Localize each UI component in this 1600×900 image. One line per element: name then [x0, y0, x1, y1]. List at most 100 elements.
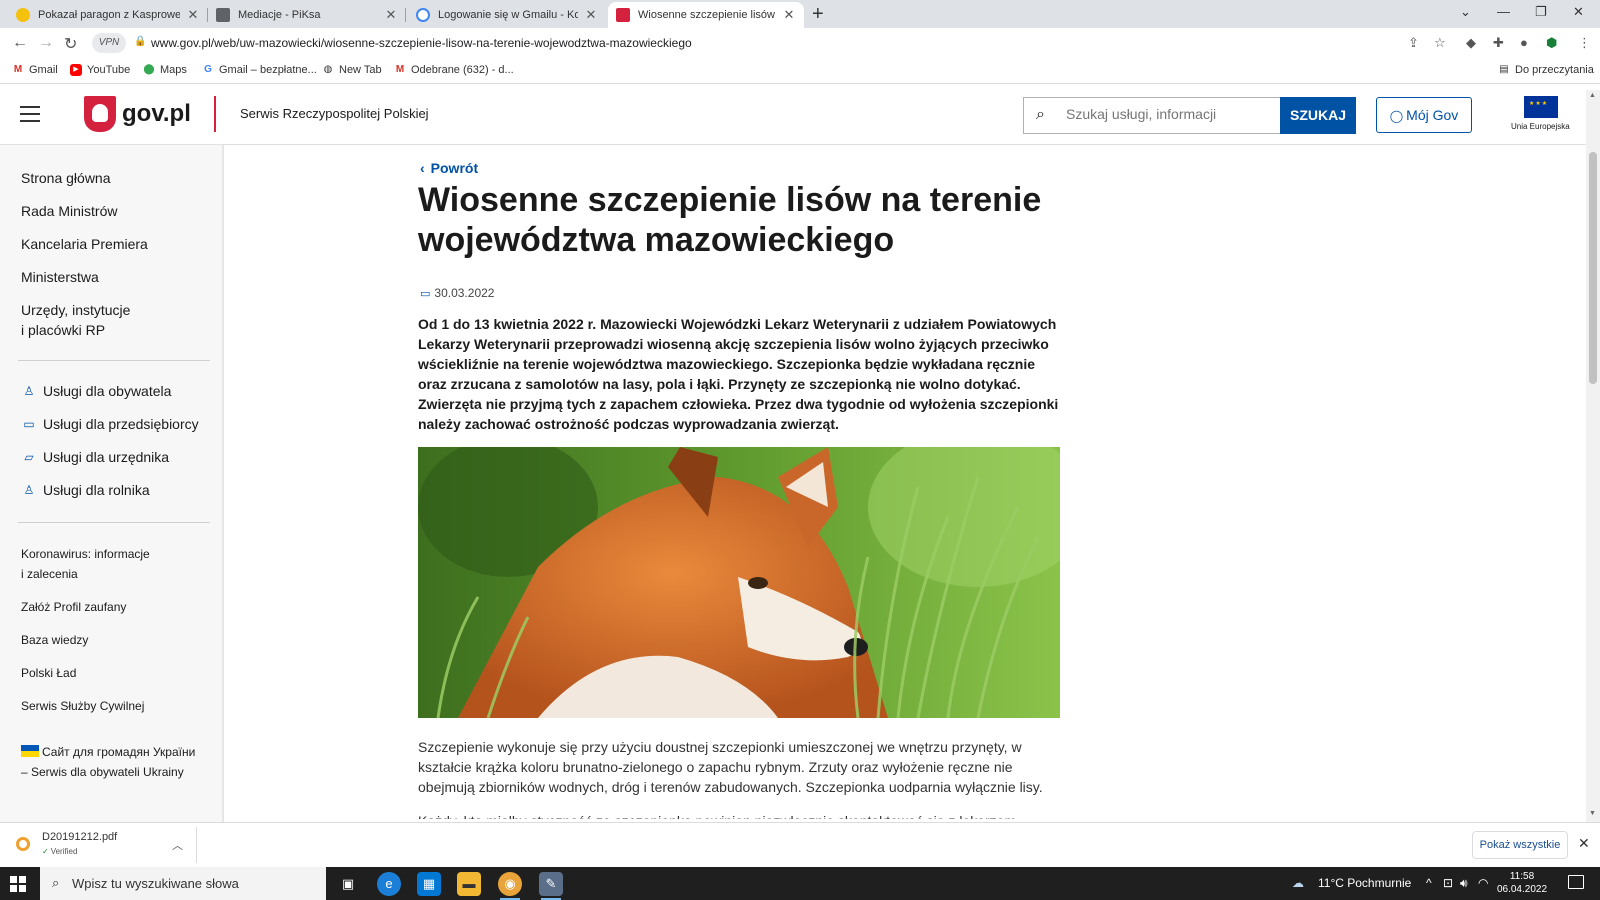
sidebar-item-business-services[interactable]: ▭ Usługi dla przedsiębiorcy — [21, 416, 198, 432]
search-input[interactable] — [1066, 106, 1266, 122]
polish-eagle-logo[interactable] — [84, 96, 116, 132]
fox-photo — [418, 447, 1060, 718]
article-date: ▭ 30.03.2022 — [420, 286, 495, 300]
sidebar-link-trusted-profile[interactable]: Załóż Profil zaufany — [21, 597, 126, 617]
close-icon[interactable]: ✕ — [1578, 835, 1590, 852]
bookmark-item[interactable]: M Gmail — [12, 64, 58, 76]
search-button[interactable]: SZUKAJ — [1280, 97, 1356, 134]
scrollbar-thumb[interactable] — [1589, 152, 1597, 384]
sidebar-item-citizen-services[interactable]: ♙ Usługi dla obywatela — [21, 383, 172, 399]
sidebar-item-home[interactable]: Strona główna — [21, 168, 111, 188]
share-icon[interactable]: ⇪ — [1408, 35, 1419, 51]
sidebar-link-civil-service[interactable]: Serwis Służby Cywilnej — [21, 696, 144, 716]
windows-start-icon[interactable] — [10, 876, 26, 892]
article-paragraph-partial: Każdy, kto miałby styczność ze szczepion… — [418, 811, 1063, 819]
store-icon[interactable]: ▦ — [417, 872, 441, 896]
sidebar-item-farmer-services[interactable]: ♙ Usługi dla rolnika — [21, 482, 150, 498]
reading-list[interactable]: ▤ Do przeczytania — [1498, 64, 1594, 76]
download-bar: D20191212.pdf ✓ Verified ︿ Pokaż wszystki… — [0, 822, 1600, 867]
edge-icon[interactable]: e — [377, 872, 401, 896]
sidebar: Strona główna Rada Ministrów Kancelaria … — [0, 145, 224, 823]
maximize-icon[interactable]: ❐ — [1535, 4, 1547, 20]
taskbar-search[interactable]: ⌕ Wpisz tu wyszukiwane słowa — [40, 867, 326, 900]
chevron-up-icon[interactable]: ^ — [1426, 876, 1432, 890]
maps-pin-icon: ⬤ — [143, 64, 155, 75]
bookmark-item[interactable]: ⬤ Maps — [143, 64, 187, 76]
close-tab-icon[interactable]: ✕ — [782, 7, 796, 23]
task-view-icon[interactable]: ▣ — [336, 872, 360, 896]
bookmark-item[interactable]: ◍ New Tab — [322, 64, 382, 76]
gmail-icon: M — [395, 64, 405, 75]
favicon-icon — [216, 8, 230, 22]
sidebar-item-council[interactable]: Rada Ministrów — [21, 201, 117, 221]
url-text[interactable]: www.gov.pl/web/uw-mazowiecki/wiosenne-sz… — [151, 36, 692, 50]
weather-text[interactable]: 11°C Pochmurnie — [1318, 876, 1411, 890]
moj-gov-button[interactable]: ◯ Mój Gov — [1376, 97, 1472, 133]
search-icon: ⌕ — [1036, 106, 1045, 123]
close-tab-icon[interactable]: ✕ — [186, 7, 200, 23]
gmail-icon: M — [13, 64, 23, 75]
sidebar-divider — [18, 360, 210, 361]
browser-tab-active[interactable]: Wiosenne szczepienie lisów na te ✕ — [608, 2, 804, 28]
notification-icon[interactable] — [1568, 875, 1584, 889]
network-icon[interactable]: ⊡ — [1443, 876, 1453, 890]
close-window-icon[interactable]: ✕ — [1573, 4, 1584, 20]
volume-icon[interactable]: 🔊︎ — [1460, 876, 1468, 891]
tab-search-icon[interactable]: ⌄ — [1460, 4, 1471, 20]
puzzle-icon[interactable]: ✚ — [1493, 35, 1504, 51]
page-scrollbar[interactable]: ▲ ▼ — [1586, 90, 1600, 822]
browser-tab[interactable]: Logowanie się w Gmailu - Kompu ✕ — [408, 2, 606, 28]
google-icon — [416, 8, 430, 22]
bookmark-item[interactable]: ▶ YouTube — [70, 64, 130, 76]
windows-taskbar: ⌕ Wpisz tu wyszukiwane słowa ▣ e ▦ ▬ ◉ ✎… — [0, 867, 1600, 900]
hamburger-menu-icon[interactable] — [20, 106, 40, 122]
reload-icon[interactable]: ↻ — [64, 34, 77, 54]
reading-list-icon: ▤ — [1499, 64, 1509, 75]
minimize-icon[interactable]: — — [1497, 4, 1510, 19]
back-arrow-icon[interactable]: ← — [12, 34, 28, 52]
back-link[interactable]: ‹ Powrót — [420, 160, 478, 176]
sidebar-item-official-services[interactable]: ▱ Usługi dla urzędnika — [21, 449, 169, 465]
service-title: Serwis Rzeczypospolitej Polskiej — [240, 106, 429, 121]
gov-logo-text[interactable]: gov.pl — [122, 100, 191, 128]
chrome-icon[interactable]: ◉ — [498, 872, 522, 900]
lock-icon[interactable]: 🔒 — [134, 36, 146, 47]
bookmark-item[interactable]: G Gmail – bezpłatne... — [202, 64, 317, 76]
chevron-up-icon[interactable]: ︿ — [172, 837, 183, 853]
paint-icon[interactable]: ✎ — [539, 872, 563, 900]
briefcase-icon: ▭ — [23, 417, 35, 431]
browser-tab[interactable]: Mediacje - PiKsa ✕ — [208, 2, 406, 28]
extension-shield-icon[interactable]: ◆ — [1466, 35, 1476, 51]
menu-dots-icon[interactable]: ⋮ — [1578, 35, 1591, 51]
sidebar-item-ministries[interactable]: Ministerstwa — [21, 267, 99, 287]
weather-cloud-icon[interactable]: ☁ — [1292, 876, 1304, 890]
sidebar-link-knowledge-base[interactable]: Baza wiedzy — [21, 630, 88, 650]
vpn-badge[interactable]: VPN — [92, 33, 126, 53]
adblock-shield-icon[interactable]: ⬢ — [1546, 35, 1557, 51]
globe-icon: ◍ — [323, 64, 333, 75]
show-all-downloads-button[interactable]: Pokaż wszystkie — [1472, 831, 1568, 859]
search-box[interactable]: ⌕ — [1023, 97, 1280, 134]
sidebar-link-covid[interactable]: Koronawirus: informacje i zalecenia — [21, 544, 150, 584]
close-tab-icon[interactable]: ✕ — [584, 7, 598, 23]
scroll-up-icon[interactable]: ▲ — [1589, 92, 1596, 99]
sidebar-link-ukraine[interactable]: Сайт для громадян України – Serwis dla o… — [21, 742, 195, 782]
bookmark-item[interactable]: M Odebrane (632) - d... — [394, 64, 514, 76]
close-tab-icon[interactable]: ✕ — [384, 7, 398, 23]
wifi-icon[interactable]: ◠ — [1478, 876, 1488, 890]
taskbar-clock[interactable]: 11:58 06.04.2022 — [1494, 870, 1550, 896]
file-explorer-icon[interactable]: ▬ — [457, 872, 481, 896]
profile-icon[interactable]: ● — [1520, 35, 1528, 50]
sidebar-item-offices[interactable]: Urzędy, instytucje i placówki RP — [21, 300, 130, 340]
sidebar-link-polski-lad[interactable]: Polski Ład — [21, 663, 76, 683]
forward-arrow-icon[interactable]: → — [38, 34, 54, 52]
download-item[interactable]: D20191212.pdf ✓ Verified ︿ — [14, 831, 196, 861]
star-icon[interactable]: ☆ — [1434, 35, 1446, 51]
new-tab-icon[interactable]: + — [812, 3, 824, 26]
eu-label: Unia Europejska — [1511, 122, 1570, 131]
browser-tab[interactable]: Pokazał paragon z Kasprowego W ✕ — [8, 2, 208, 28]
sidebar-divider — [18, 522, 210, 523]
scroll-down-icon[interactable]: ▼ — [1589, 810, 1596, 817]
sidebar-item-chancellery[interactable]: Kancelaria Premiera — [21, 234, 148, 254]
browser-tab-bar: Pokazał paragon z Kasprowego W ✕ Mediacj… — [0, 0, 1600, 28]
